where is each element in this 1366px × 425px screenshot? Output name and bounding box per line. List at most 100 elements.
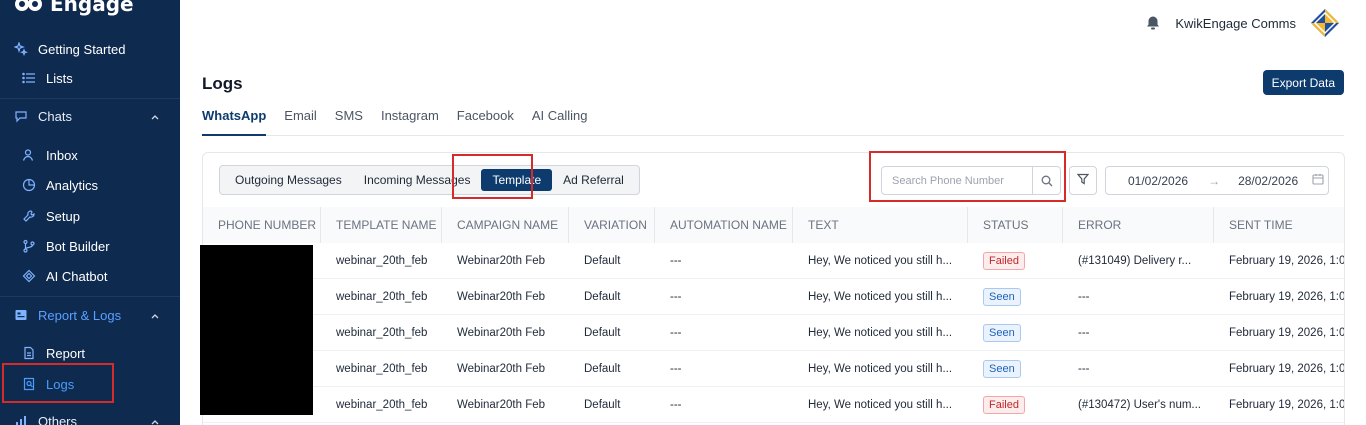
wrench-icon — [22, 209, 36, 223]
cell-sent-time: February 19, 2026, 1:09 — [1229, 255, 1345, 267]
avatar[interactable] — [1310, 8, 1340, 38]
sidebar-item-lists[interactable]: Lists — [0, 65, 180, 91]
cell-text: Hey, We noticed you still h... — [808, 399, 953, 411]
tab-whatsapp[interactable]: WhatsApp — [202, 108, 267, 136]
sidebar-item-analytics[interactable]: Analytics — [0, 172, 180, 198]
message-type-segmented-control: Outgoing Messages Incoming Messages Temp… — [219, 165, 640, 195]
sidebar-item-setup[interactable]: Setup — [0, 203, 180, 229]
sidebar: Engage Getting Started Lists Chats Inbox… — [0, 0, 180, 425]
column-header[interactable]: ERROR — [1063, 207, 1214, 243]
table-row[interactable]: webinar_20th_feb Webinar20th Feb Default… — [203, 243, 1345, 279]
cell-sent-time: February 19, 2026, 1:09 — [1229, 291, 1345, 303]
chevron-up-icon[interactable] — [150, 415, 160, 425]
column-header[interactable]: SENT TIME — [1214, 207, 1344, 243]
sidebar-item-label: Analytics — [46, 177, 99, 193]
table-row[interactable]: webinar_20th_feb Webinar20th Feb Default… — [203, 315, 1344, 351]
status-badge: Seen — [983, 360, 1021, 378]
column-header[interactable]: TEMPLATE NAME — [321, 207, 442, 243]
sidebar-item-label: Inbox — [46, 147, 78, 163]
cell-status: Failed — [968, 387, 1063, 423]
cell-automation: --- — [670, 399, 682, 411]
tab-instagram[interactable]: Instagram — [381, 108, 439, 136]
tab-ai-calling[interactable]: AI Calling — [532, 108, 588, 136]
date-range-picker[interactable]: 01/02/2026 → 28/02/2026 — [1105, 166, 1329, 195]
chevron-up-icon[interactable] — [150, 110, 160, 120]
status-badge: Failed — [983, 252, 1025, 270]
table-row[interactable]: webinar_20th_feb Webinar20th Feb Default… — [203, 279, 1345, 315]
cell-campaign: Webinar20th Feb — [457, 327, 546, 339]
cell-status: Seen — [968, 315, 1063, 351]
column-header[interactable]: STATUS — [968, 207, 1063, 243]
table-row[interactable]: webinar_20th_feb Webinar20th Feb Default… — [203, 387, 1345, 423]
tab-sms[interactable]: SMS — [335, 108, 363, 136]
bar-chart-icon — [14, 414, 28, 425]
cell-text: Hey, We noticed you still h... — [808, 327, 953, 339]
sidebar-group-chats[interactable]: Chats — [0, 103, 180, 129]
column-header[interactable]: PHONE NUMBER — [203, 207, 321, 243]
cell-automation: --- — [670, 327, 682, 339]
channel-tabs: WhatsApp Email SMS Instagram Facebook AI… — [202, 108, 1344, 136]
column-header[interactable]: TEXT — [793, 207, 968, 243]
cell-status: Failed — [968, 243, 1063, 279]
logs-icon — [22, 377, 36, 391]
export-data-button[interactable]: Export Data — [1262, 70, 1344, 95]
cell-sent-time: February 19, 2026, 1:09 — [1229, 399, 1345, 411]
cell-sent-time: February 19, 2026, 1:09 — [1229, 363, 1345, 375]
segment-template[interactable]: Template — [481, 169, 553, 191]
search-input[interactable] — [882, 174, 1032, 187]
sidebar-item-report[interactable]: Report — [0, 340, 180, 366]
filter-icon — [1076, 172, 1090, 190]
status-badge: Seen — [983, 288, 1021, 306]
cell-error: --- — [1078, 327, 1090, 339]
tab-facebook[interactable]: Facebook — [457, 108, 514, 136]
table-row[interactable]: webinar_20th_feb Webinar20th Feb Default… — [203, 351, 1345, 387]
column-header[interactable]: AUTOMATION NAME — [655, 207, 793, 243]
branch-icon — [22, 239, 36, 253]
bell-icon[interactable] — [1145, 15, 1161, 31]
segment-ad-referral[interactable]: Ad Referral — [552, 169, 635, 191]
sparkle-icon — [14, 42, 28, 56]
sidebar-group-report-logs[interactable]: Report & Logs — [0, 302, 180, 328]
sidebar-item-bot-builder[interactable]: Bot Builder — [0, 233, 180, 259]
document-icon — [22, 346, 36, 360]
date-end[interactable]: 28/02/2026 — [1238, 174, 1298, 188]
cell-variation: Default — [584, 255, 621, 267]
status-badge: Seen — [983, 324, 1021, 342]
sidebar-item-label: Chats — [38, 108, 72, 124]
sidebar-item-logs[interactable]: Logs — [0, 371, 180, 397]
cell-template: webinar_20th_feb — [336, 327, 428, 339]
segment-incoming-messages[interactable]: Incoming Messages — [353, 169, 482, 191]
cell-template: webinar_20th_feb — [336, 255, 428, 267]
sidebar-item-label: Bot Builder — [46, 238, 110, 254]
cell-error: (#131049) Delivery r... — [1078, 255, 1192, 267]
chat-icon — [14, 109, 28, 123]
cell-variation: Default — [584, 363, 621, 375]
calendar-icon — [1312, 173, 1324, 188]
sidebar-item-getting-started[interactable]: Getting Started — [0, 36, 180, 62]
search-icon[interactable] — [1032, 167, 1060, 194]
filter-button[interactable] — [1069, 166, 1097, 195]
brand-logo[interactable]: Engage — [14, 0, 134, 16]
sidebar-item-label: Setup — [46, 208, 80, 224]
segment-outgoing-messages[interactable]: Outgoing Messages — [224, 169, 353, 191]
chevron-up-icon[interactable] — [150, 309, 160, 319]
user-menu[interactable]: KwikEngage Comms — [1145, 8, 1340, 38]
status-badge: Failed — [983, 396, 1025, 414]
tab-email[interactable]: Email — [284, 108, 317, 136]
sidebar-item-ai-chatbot[interactable]: AI Chatbot — [0, 263, 180, 289]
sidebar-item-inbox[interactable]: Inbox — [0, 142, 180, 168]
column-header[interactable]: VARIATION — [569, 207, 655, 243]
sidebar-item-label: Getting Started — [38, 41, 126, 57]
user-icon — [22, 148, 36, 162]
date-start[interactable]: 01/02/2026 — [1128, 174, 1188, 188]
sidebar-item-label: Others — [38, 413, 78, 425]
sidebar-group-others[interactable]: Others — [0, 408, 180, 425]
logo-icon — [14, 0, 44, 14]
column-header[interactable]: CAMPAIGN NAME — [442, 207, 569, 243]
phone-search — [881, 166, 1061, 195]
cell-error: (#130472) User's num... — [1078, 399, 1202, 411]
user-name: KwikEngage Comms — [1175, 15, 1296, 31]
cell-text: Hey, We noticed you still h... — [808, 363, 953, 375]
cell-text: Hey, We noticed you still h... — [808, 255, 953, 267]
cell-status: Seen — [968, 351, 1063, 387]
